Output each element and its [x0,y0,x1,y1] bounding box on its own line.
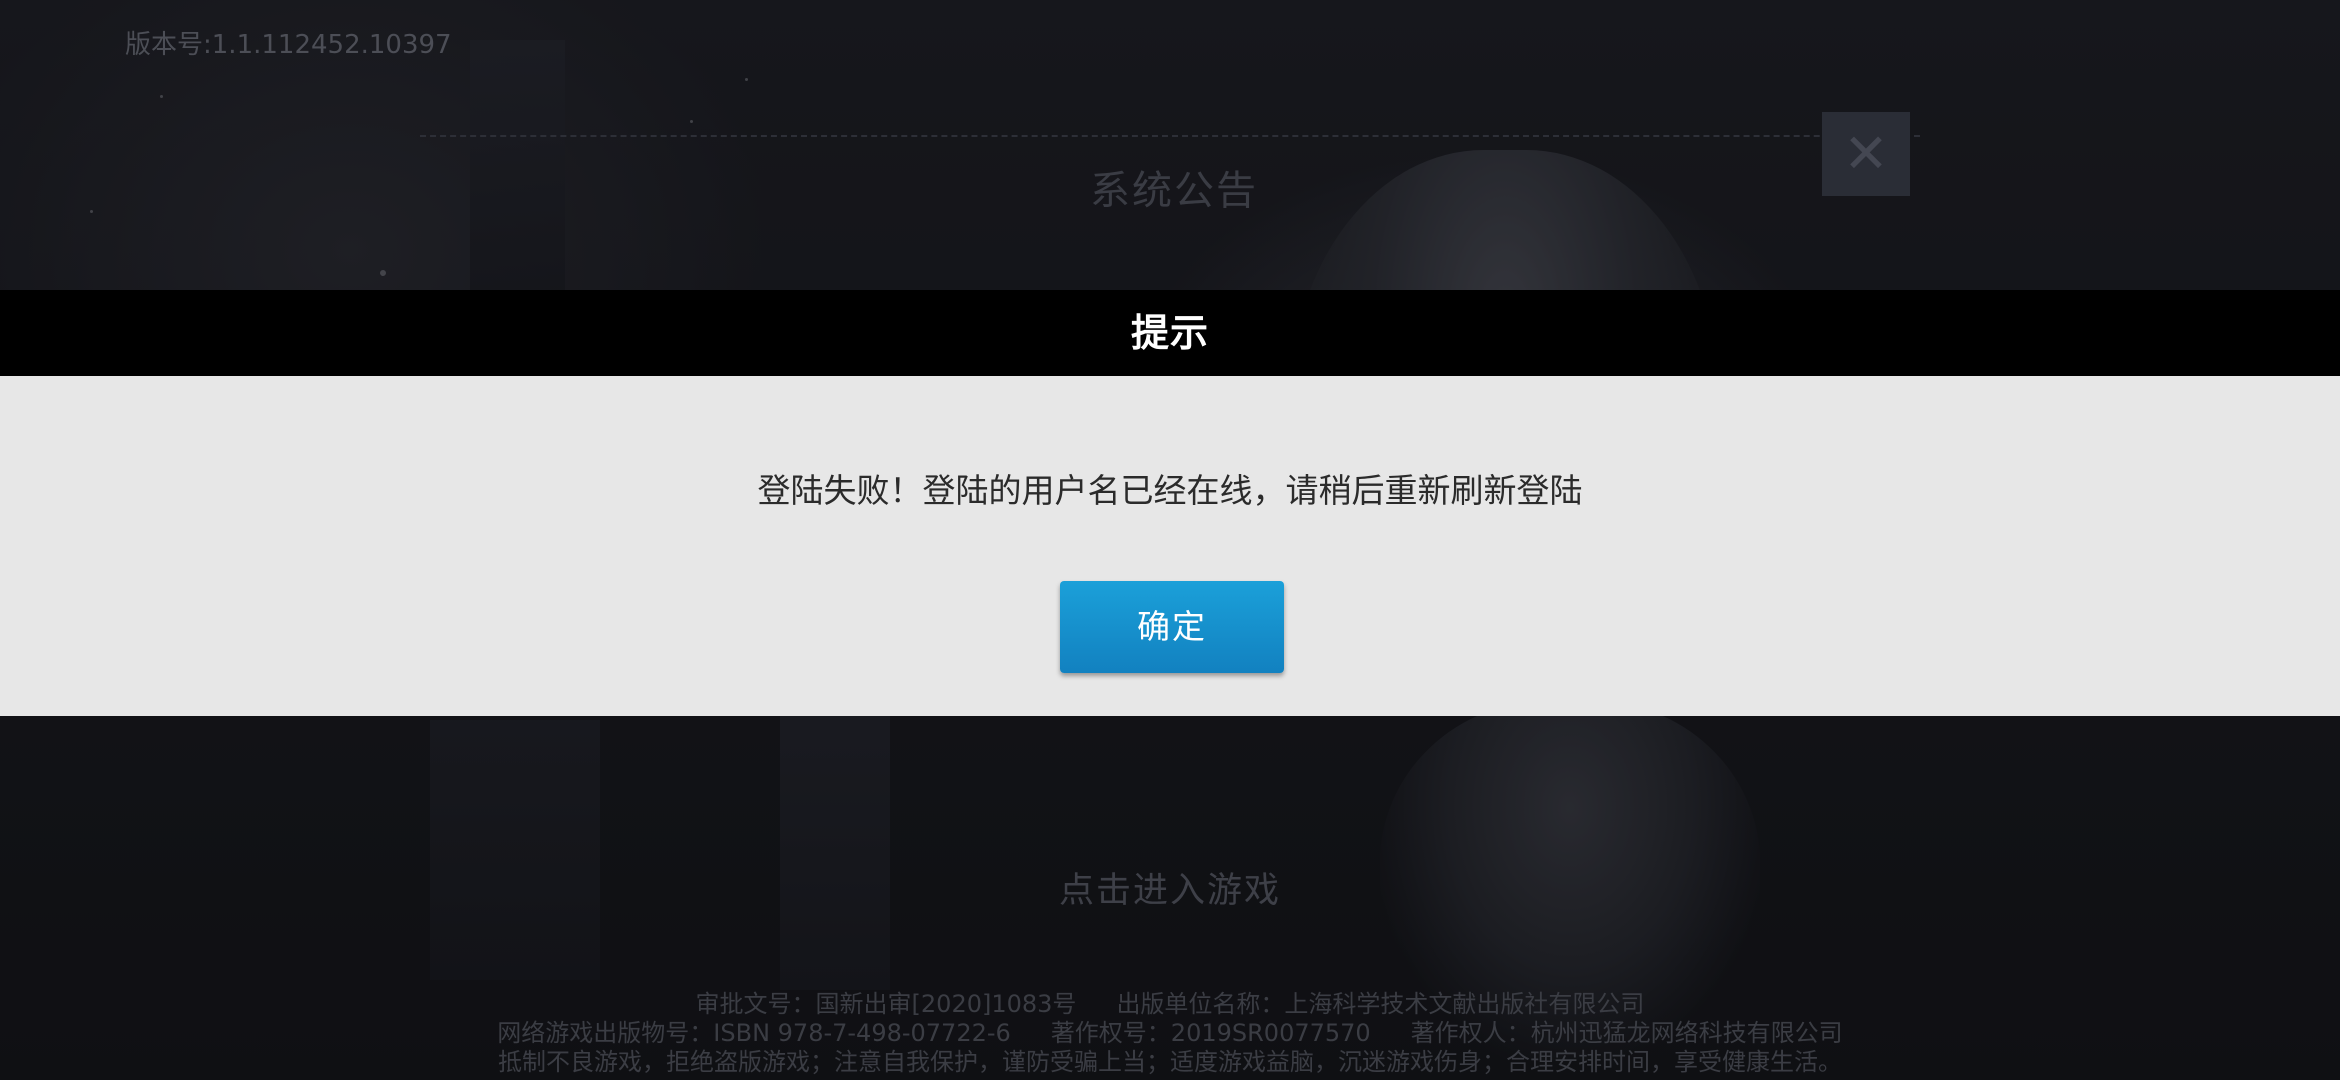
copyright-owner: 著作权人：杭州迅猛龙网络科技有限公司 [1410,1019,1843,1047]
game-login-screen: 版本号:1.1.112452.10397 系统公告 ✕ 点击进入游戏 审批文号：… [0,0,2340,1080]
dialog-message: 登陆失败！登陆的用户名已经在线，请稍后重新刷新登陆 [757,471,1583,510]
isbn-number: 网络游戏出版物号：ISBN 978-7-498-07722-6 [497,1019,1011,1047]
dialog-title: 提示 [0,290,2340,376]
dialog-body: 登陆失败！登陆的用户名已经在线，请稍后重新刷新登陆 确定 [0,376,2340,716]
version-label: 版本号:1.1.112452.10397 [125,30,452,60]
confirm-button[interactable]: 确定 [1060,581,1284,673]
announcement-close-icon[interactable]: ✕ [1822,112,1910,196]
footer-line-3: 抵制不良游戏，拒绝盗版游戏；注意自我保护，谨防受骗上当；适度游戏益脑，沉迷游戏伤… [0,1048,2340,1077]
enter-game-button[interactable]: 点击进入游戏 [0,862,2340,913]
copyright-number: 著作权号：2019SR0077570 [1050,1019,1371,1047]
publisher-name: 出版单位名称：上海科学技术文献出版社有限公司 [1116,990,1645,1018]
footer-line-1: 审批文号：国新出审[2020]1083号 出版单位名称：上海科学技术文献出版社有限… [0,990,2340,1019]
health-gaming-notice: 抵制不良游戏，拒绝盗版游戏；注意自我保护，谨防受骗上当；适度游戏益脑，沉迷游戏伤… [498,1048,1842,1076]
announcement-title: 系统公告 [1090,168,1258,214]
legal-footer: 审批文号：国新出审[2020]1083号 出版单位名称：上海科学技术文献出版社有限… [0,990,2340,1077]
approval-number: 审批文号：国新出审[2020]1083号 [695,990,1077,1018]
footer-line-2: 网络游戏出版物号：ISBN 978-7-498-07722-6 著作权号：2019… [0,1019,2340,1048]
